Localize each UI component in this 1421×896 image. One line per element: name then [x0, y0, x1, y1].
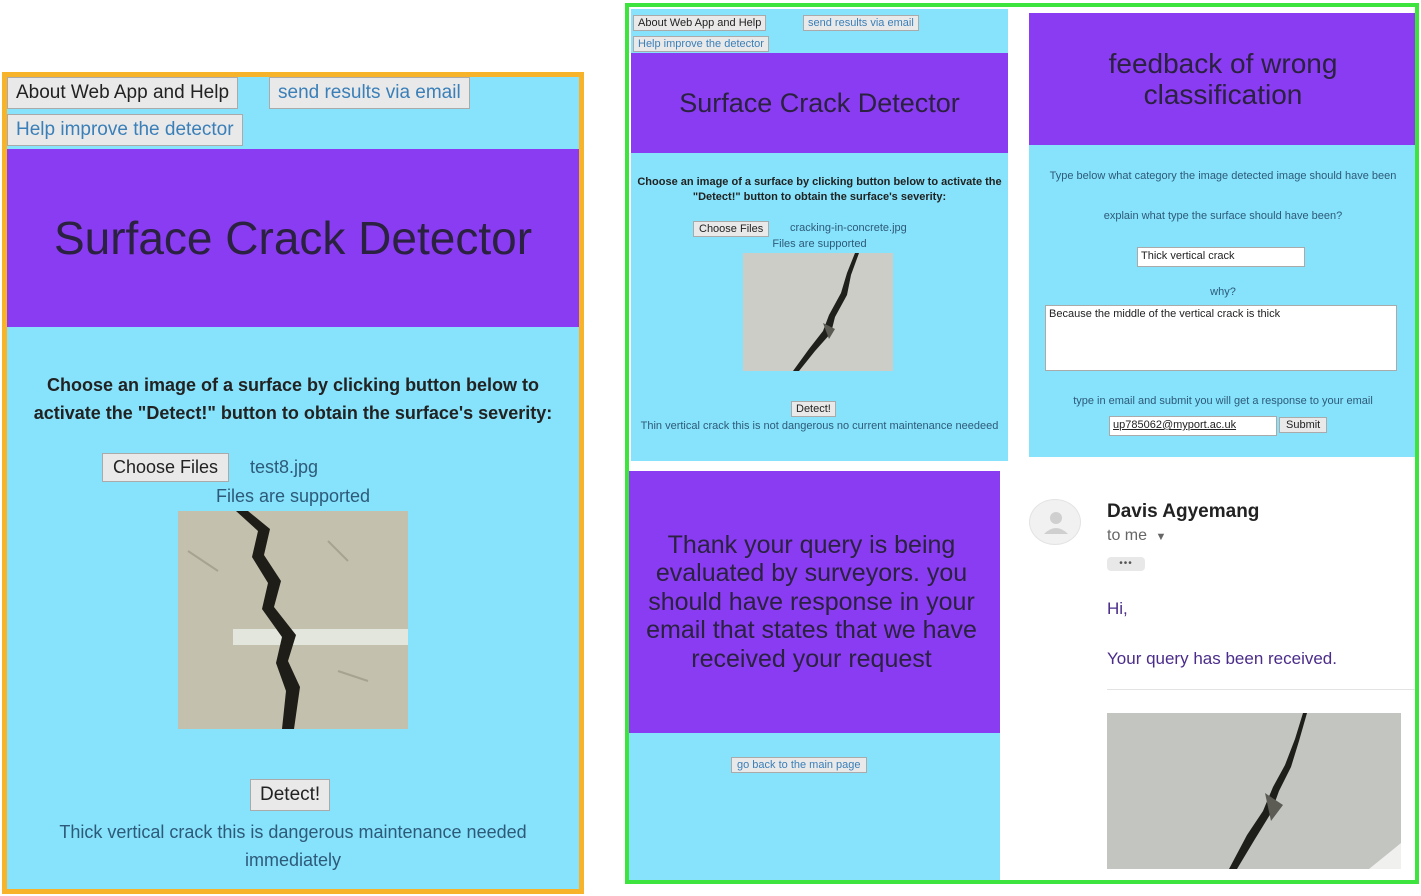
thank-you-message: Thank your query is being evaluated by s…	[646, 530, 977, 673]
why-textarea[interactable]: Because the middle of the vertical crack…	[1045, 305, 1397, 371]
email-confirmation: Davis Agyemang to me ▼ ••• Hi, Your quer…	[1009, 467, 1415, 880]
email-sender: Davis Agyemang	[1107, 501, 1260, 522]
choose-files-button[interactable]: Choose Files	[693, 221, 770, 237]
uploaded-crack-image	[743, 253, 893, 371]
instructions-text: Choose an image of a surface by clicking…	[33, 375, 553, 423]
feedback-header: feedback of wrong classification	[1029, 13, 1415, 145]
email-body: Your query has been received.	[1107, 649, 1337, 668]
email-greeting: Hi,	[1107, 599, 1128, 618]
instructions-text: Choose an image of a surface by clicking…	[637, 176, 1002, 203]
more-options-icon[interactable]: •••	[1107, 557, 1145, 571]
why-label: why?	[1210, 286, 1236, 298]
feedback-form: feedback of wrong classification Type be…	[1029, 13, 1415, 457]
send-email-button[interactable]: send results via email	[269, 77, 470, 109]
workflow-panel: About Web App and Help send results via …	[625, 3, 1419, 884]
main-page-small: About Web App and Help send results via …	[631, 9, 1008, 461]
email-recipient[interactable]: to me ▼	[1107, 527, 1166, 545]
email-input[interactable]: up785062@myport.ac.uk	[1109, 416, 1277, 436]
choose-files-button[interactable]: Choose Files	[102, 453, 230, 482]
explain-prompt: explain what type the surface should hav…	[1103, 210, 1343, 222]
send-email-button[interactable]: send results via email	[803, 15, 919, 31]
email-recipient-label: to me	[1107, 527, 1148, 544]
avatar	[1029, 499, 1081, 545]
email-attached-image	[1107, 713, 1401, 869]
page-title: Surface Crack Detector	[679, 87, 960, 118]
detect-button[interactable]: Detect!	[250, 779, 331, 811]
page-header: Surface Crack Detector	[7, 149, 579, 327]
detection-result: Thin vertical crack this is not dangerou…	[640, 420, 999, 432]
selected-file-name: test8.jpg	[250, 457, 319, 477]
email-prompt: type in email and submit you will get a …	[1073, 395, 1373, 407]
category-prompt: Type below what category the image detec…	[1049, 170, 1397, 182]
chevron-down-icon[interactable]: ▼	[1155, 531, 1166, 543]
help-improve-button[interactable]: Help improve the detector	[7, 114, 243, 146]
uploaded-crack-image	[178, 511, 408, 729]
detect-button[interactable]: Detect!	[791, 401, 836, 417]
help-improve-button[interactable]: Help improve the detector	[633, 36, 769, 52]
about-help-button[interactable]: About Web App and Help	[7, 77, 239, 109]
thank-you-page: Thank your query is being evaluated by s…	[629, 471, 1000, 880]
supported-files-text: Files are supported	[772, 238, 867, 250]
submit-button[interactable]: Submit	[1279, 417, 1328, 433]
feedback-title: feedback of wrong classification	[1108, 48, 1338, 110]
page-title: Surface Crack Detector	[53, 212, 533, 264]
back-to-main-button[interactable]: go back to the main page	[731, 757, 867, 773]
supported-files-text: Files are supported	[215, 486, 371, 506]
selected-file-name: cracking-in-concrete.jpg	[790, 222, 907, 234]
category-input[interactable]: Thick vertical crack	[1137, 247, 1305, 267]
page-header: Surface Crack Detector	[631, 53, 1008, 153]
detection-result: Thick vertical crack this is dangerous m…	[59, 822, 527, 870]
about-help-button[interactable]: About Web App and Help	[633, 15, 767, 31]
email-divider	[1107, 689, 1415, 690]
main-page-panel: About Web App and Help send results via …	[2, 72, 584, 894]
thank-you-header: Thank your query is being evaluated by s…	[629, 471, 1000, 733]
